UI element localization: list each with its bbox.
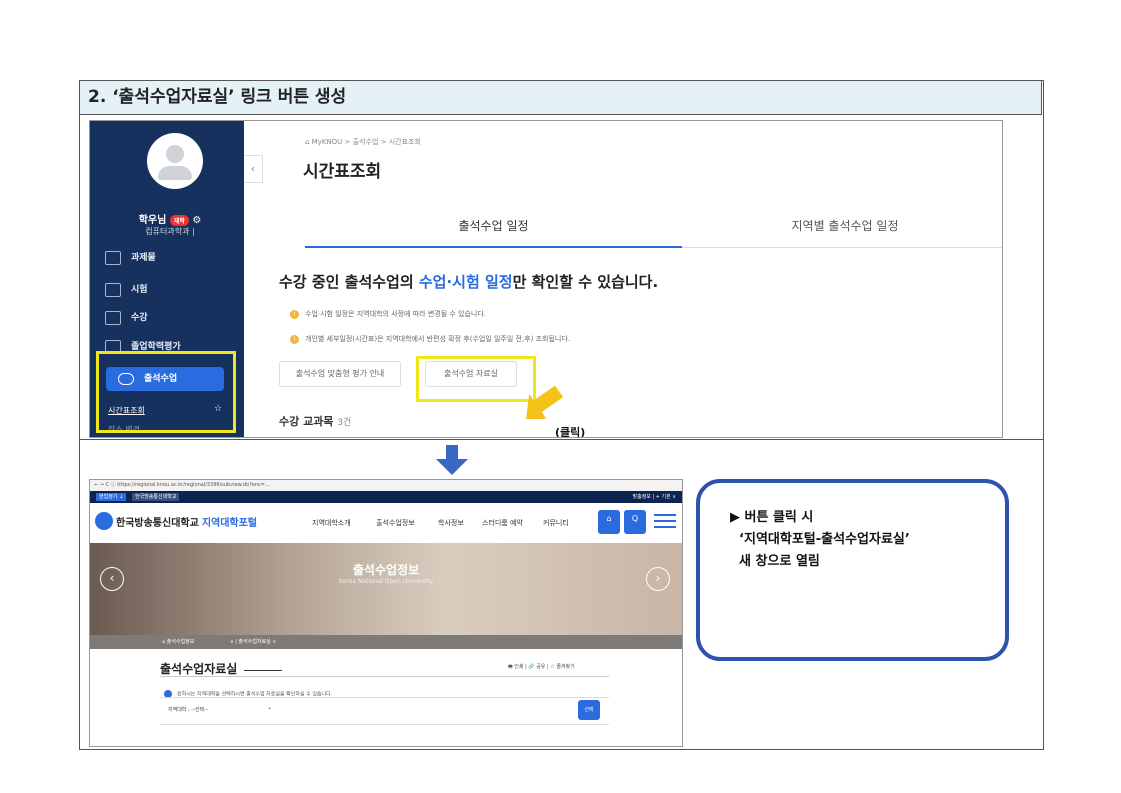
nav-item-studyroom[interactable]: 스터디룸 예약 xyxy=(482,518,523,528)
crumb-2[interactable]: ∨ | 출석수업자료실 ∨ xyxy=(230,638,276,645)
callout-line-1: ▶ 버튼 클릭 시 xyxy=(730,510,814,525)
alert-icon: ! xyxy=(290,335,299,344)
hero-next-icon[interactable]: › xyxy=(646,567,670,591)
hero-prev-icon[interactable]: ‹ xyxy=(100,567,124,591)
pointer-arrow-icon xyxy=(525,385,564,419)
nav-item-academic[interactable]: 학사정보 xyxy=(438,518,464,528)
hero-banner: 출석수업정보 Korea National Open University ‹ … xyxy=(90,543,682,635)
menu-label: 과제물 xyxy=(131,253,156,263)
alert-icon: ! xyxy=(290,310,299,319)
user-name: 학우님 재학 ⚙ xyxy=(110,211,230,226)
tab-active-indicator xyxy=(305,246,682,248)
notice-text: 개인별 세부일정(시간표)은 지역대학에서 반편성 확정 후(수업일 일주일 전… xyxy=(305,335,571,343)
logo-portal: 지역대학포털 xyxy=(201,518,258,529)
strip-right-links[interactable]: 맞춤정보 | + 기본 ∨ xyxy=(633,493,677,500)
sidebar-collapse-button[interactable]: ‹ xyxy=(244,155,263,183)
menu-item-enrollment[interactable]: 수강 xyxy=(105,309,235,327)
course-count-label: 수강 교과목 xyxy=(279,415,334,428)
headline-pre: 수강 중인 출석수업의 xyxy=(279,273,419,291)
select-button[interactable]: 선택 xyxy=(578,700,600,720)
exam-icon xyxy=(105,282,121,297)
breadcrumb: ⌂ MyKNOU > 출석수업 > 시간표조회 xyxy=(305,138,421,146)
callout-text: ▶ 버튼 클릭 시 ‘지역대학포털-출석수업자료실’ 새 창으로 열림 xyxy=(730,507,910,573)
assignment-icon xyxy=(105,250,121,265)
archive-title: 출석수업자료실 xyxy=(160,662,238,676)
tab-attendance-schedule[interactable]: 출석수업 일정 xyxy=(305,217,682,234)
callout-line-3: 새 창으로 열림 xyxy=(730,554,820,569)
search-icon[interactable]: Q xyxy=(624,510,646,534)
hamburger-menu-icon[interactable] xyxy=(654,514,676,528)
menu-item-assignment[interactable]: 과제물 xyxy=(105,249,235,267)
callout-line-2: ‘지역대학포털-출석수업자료실’ xyxy=(730,532,910,547)
sidebar: 학우님 재학 ⚙ 컴퓨터과학과 | 과제물 시험 수강 졸업학력평가 출석수업 … xyxy=(90,121,244,437)
tab-regional-schedule[interactable]: 지역별 출석수업 일정 xyxy=(710,217,980,234)
region-select[interactable]: 지역대학 : --선택-- xyxy=(168,706,208,713)
page-tools[interactable]: 🖶 인쇄 | 🔗 공유 | ☆ 즐겨찾기 xyxy=(508,663,575,672)
section-heading: 2. ‘출석수업자료실’ 링크 버튼 생성 xyxy=(79,80,1042,115)
strip-tab-1[interactable]: 현업정기 ↓ xyxy=(96,493,127,501)
avatar-head xyxy=(166,145,184,163)
highlight-box-menu xyxy=(96,351,236,433)
avatar xyxy=(147,133,203,189)
notice-text: 수업·시험 일정은 지역대학의 사정에 따라 변경될 수 있습니다. xyxy=(305,310,487,318)
timetable-screenshot: 학우님 재학 ⚙ 컴퓨터과학과 | 과제물 시험 수강 졸업학력평가 출석수업 … xyxy=(89,120,1003,438)
portal-breadcrumb: ⌂ 출석수업정보 ∨ | 출석수업자료실 ∨ xyxy=(90,635,682,649)
portal-navbar: 한국방송통신대학교 지역대학포털 지역대학소개 출석수업정보 학사정보 스터디룸 … xyxy=(90,503,682,543)
user-name-text: 학우님 xyxy=(138,215,167,226)
status-badge: 재학 xyxy=(169,214,189,226)
headline-highlight: 수업·시험 일정 xyxy=(418,273,513,291)
enrollment-icon xyxy=(105,310,121,325)
settings-icon[interactable]: ⚙ xyxy=(192,215,201,226)
custom-evaluation-button[interactable]: 출석수업 맞춤형 평가 안내 xyxy=(279,361,401,387)
address-bar[interactable]: ← → C ⓘ https://regional.knou.ac.kr/regi… xyxy=(90,480,682,491)
portal-logo[interactable]: 한국방송통신대학교 지역대학포털 xyxy=(116,514,257,529)
top-strip: 현업정기 ↓ 한국방송통신대학교 맞춤정보 | + 기본 ∨ xyxy=(90,491,682,503)
strip-tab-2[interactable]: 한국방송통신대학교 xyxy=(132,493,180,501)
divider xyxy=(79,439,1043,440)
nav-item-attendance-info[interactable]: 출석수업정보 xyxy=(376,518,415,528)
home-icon[interactable]: ⌂ xyxy=(598,510,620,534)
avatar-body xyxy=(158,166,192,180)
region-select-row: 지역대학 : --선택-- ⌄ 선택 xyxy=(160,697,609,725)
nav-item-about[interactable]: 지역대학소개 xyxy=(312,518,351,528)
down-arrow-icon xyxy=(436,445,468,475)
page-title: 시간표조회 xyxy=(303,162,382,182)
menu-item-exam[interactable]: 시험 xyxy=(105,281,235,299)
divider xyxy=(160,676,609,677)
crumb-1[interactable]: ⌂ 출석수업정보 xyxy=(162,638,194,645)
notice-2: ! 개인별 세부일정(시간표)은 지역대학에서 반편성 확정 후(수업일 일주일 … xyxy=(290,334,570,344)
portal-screenshot: ← → C ⓘ https://regional.knou.ac.kr/regi… xyxy=(89,479,683,747)
course-count: 수강 교과목 3건 xyxy=(279,413,351,429)
notice-1: ! 수업·시험 일정은 지역대학의 사정에 따라 변경될 수 있습니다. xyxy=(290,309,486,319)
nav-item-community[interactable]: 커뮤니티 xyxy=(543,518,569,528)
department: 컴퓨터과학과 | xyxy=(145,227,195,236)
hero-subtitle: Korea National Open University xyxy=(338,578,434,585)
hero-title: 출석수업정보 xyxy=(352,563,420,577)
logo-name: 한국방송통신대학교 xyxy=(116,518,199,529)
menu-label: 수강 xyxy=(131,313,148,323)
chevron-down-icon[interactable]: ⌄ xyxy=(267,704,272,711)
tab-divider xyxy=(682,247,1002,248)
course-count-value: 3건 xyxy=(337,418,352,428)
headline-post: 만 확인할 수 있습니다. xyxy=(512,273,659,291)
menu-label: 시험 xyxy=(131,285,148,295)
click-label: (클릭) xyxy=(555,426,586,438)
title-underline xyxy=(244,670,282,671)
headline: 수강 중인 출석수업의 수업·시험 일정만 확인할 수 있습니다. xyxy=(279,271,658,292)
university-logo-icon[interactable] xyxy=(95,512,113,530)
